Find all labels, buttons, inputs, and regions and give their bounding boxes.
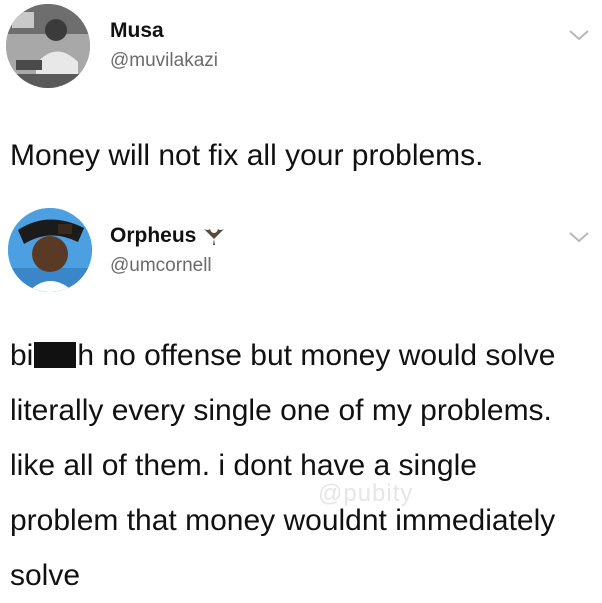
avatar[interactable] bbox=[6, 4, 90, 88]
tweet-orpheus: Orpheus @umcornell bi h no offense but mo… bbox=[0, 200, 602, 602]
chevron-down-icon[interactable] bbox=[568, 28, 590, 42]
watermark: @pubity bbox=[318, 480, 414, 507]
username-handle[interactable]: @umcornell bbox=[110, 255, 212, 277]
tweet-text-suffix: h no offense but money would solve liter… bbox=[10, 339, 556, 592]
display-name[interactable]: Musa bbox=[110, 19, 164, 43]
avatar-photo bbox=[8, 208, 92, 292]
avatar[interactable] bbox=[8, 208, 92, 292]
display-name[interactable]: Orpheus bbox=[110, 224, 196, 248]
username-handle[interactable]: @muvilakazi bbox=[110, 50, 218, 72]
tweet-text: Money will not fix all your problems. bbox=[10, 139, 484, 172]
tweet-text: bi h no offense but money would solve lit… bbox=[10, 328, 590, 603]
bat-icon bbox=[204, 229, 225, 245]
tweet-musa: Musa @muvilakazi Money will not fix all … bbox=[0, 0, 602, 200]
redaction-bar bbox=[34, 342, 77, 368]
display-name-row: Orpheus bbox=[110, 224, 226, 248]
avatar-photo bbox=[6, 4, 90, 88]
tweet-text-prefix: bi bbox=[10, 339, 34, 372]
chevron-down-icon[interactable] bbox=[568, 230, 590, 244]
